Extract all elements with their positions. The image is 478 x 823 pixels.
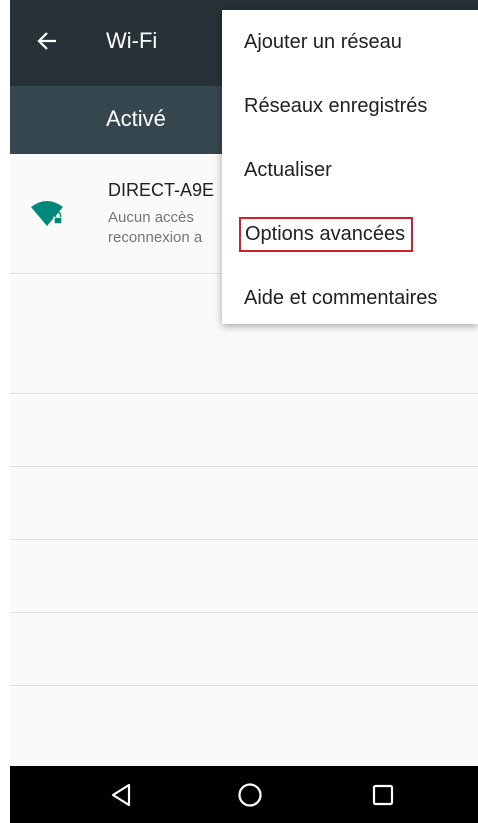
- nav-back-button[interactable]: [106, 780, 136, 810]
- wifi-settings-screen: Wi-Fi Activé DIRECT-A9E Aucun accès reco…: [0, 0, 478, 823]
- arrow-back-icon: [37, 32, 56, 50]
- network-status-line2: reconnexion a: [108, 229, 203, 246]
- advanced-options-highlight: Options avancées: [239, 216, 414, 252]
- menu-item-saved-networks[interactable]: Réseaux enregistrés: [222, 74, 478, 138]
- menu-item-refresh[interactable]: Actualiser: [222, 138, 478, 202]
- menu-item-advanced-options[interactable]: Options avancées: [222, 202, 478, 266]
- menu-item-help-feedback[interactable]: Aide et commentaires: [222, 266, 478, 330]
- list-item[interactable]: [10, 467, 478, 540]
- system-nav-bar: [10, 766, 478, 823]
- nav-recents-button[interactable]: [368, 780, 398, 810]
- home-circle-icon: [238, 783, 262, 807]
- menu-item-add-network[interactable]: Ajouter un réseau: [222, 10, 478, 74]
- switch-label: Activé: [106, 106, 166, 131]
- overflow-menu: Ajouter un réseau Réseaux enregistrés Ac…: [222, 10, 478, 324]
- list-item[interactable]: [10, 540, 478, 613]
- list-item[interactable]: [10, 613, 478, 686]
- network-status-line1: Aucun accès: [108, 209, 194, 226]
- wifi-locked-icon: [31, 201, 63, 226]
- left-margin: [0, 0, 10, 823]
- network-status: Aucun accès reconnexion a: [108, 208, 202, 248]
- recents-square-icon: [372, 784, 394, 806]
- list-item[interactable]: [10, 394, 478, 467]
- page-title: Wi-Fi: [106, 28, 158, 53]
- back-triangle-icon: [111, 783, 131, 807]
- network-name: DIRECT-A9E: [108, 180, 215, 200]
- nav-home-button[interactable]: [235, 780, 265, 810]
- back-button[interactable]: [32, 26, 62, 56]
